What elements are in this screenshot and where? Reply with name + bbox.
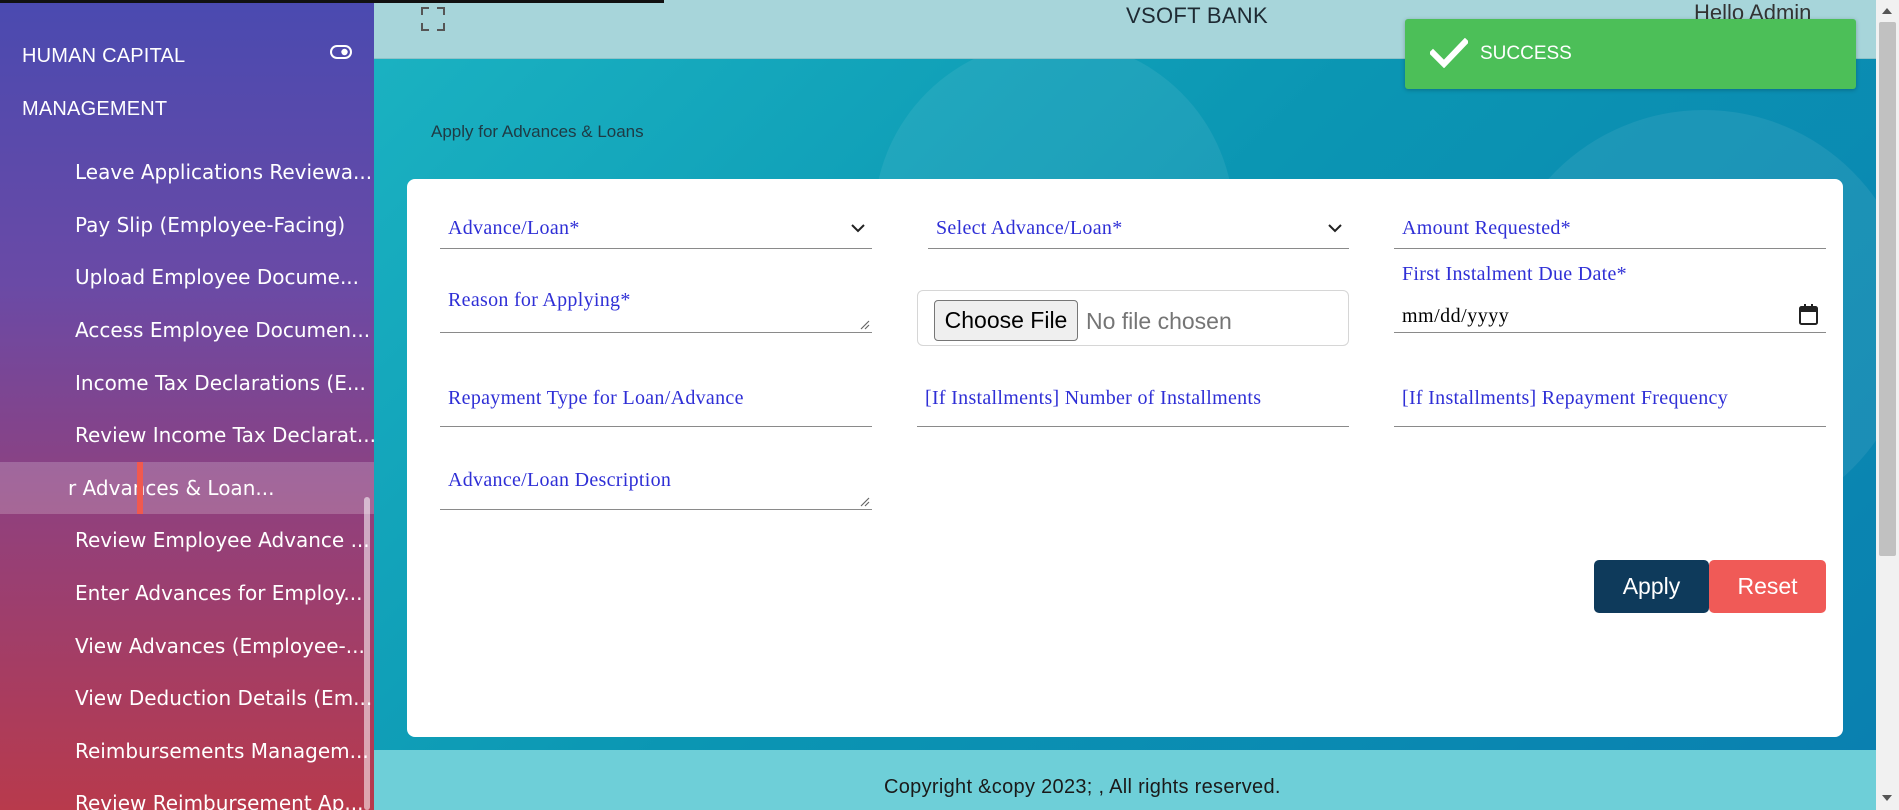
sidebar-title-line1: HUMAN CAPITAL (22, 45, 186, 67)
active-indicator (137, 461, 143, 515)
select-advance-loan-label: Select Advance/Loan* (936, 217, 1123, 239)
resize-handle-icon[interactable] (858, 318, 870, 330)
toast-message: SUCCESS (1480, 43, 1572, 64)
sidebar-menu: Leave Applications Reviewa... Pay Slip (… (0, 146, 374, 810)
file-upload[interactable]: Choose File No file chosen (917, 290, 1349, 346)
sidebar-item-leave-applications-review[interactable]: Leave Applications Reviewa... (0, 146, 374, 199)
sidebar-item-reimbursements-management[interactable]: Reimbursements Managem... (0, 725, 374, 778)
sidebar-item-view-advances[interactable]: View Advances (Employee-... (0, 619, 374, 672)
loan-application-form: Advance/Loan* Select Advance/Loan* Amoun… (407, 179, 1843, 737)
num-installments-label: [If Installments] Number of Installments (925, 387, 1262, 409)
amount-requested-field[interactable]: Amount Requested* (1394, 189, 1826, 249)
fullscreen-icon[interactable] (420, 6, 446, 32)
scroll-up-arrow-icon[interactable] (1882, 8, 1892, 14)
description-textarea[interactable]: Advance/Loan Description (440, 447, 872, 510)
chevron-down-icon (851, 224, 865, 233)
sidebar-item-review-income-tax-declarations[interactable]: Review Income Tax Declarat... (0, 409, 374, 462)
top-divider (0, 0, 664, 3)
sidebar-header: HUMAN CAPITAL MANAGEMENT (22, 30, 352, 136)
repayment-frequency-label: [If Installments] Repayment Frequency (1402, 387, 1729, 409)
calendar-icon[interactable] (1799, 304, 1818, 325)
chevron-down-icon (1328, 224, 1342, 233)
scroll-thumb[interactable] (1879, 22, 1896, 556)
sidebar-item-review-employee-advance[interactable]: Review Employee Advance ... (0, 514, 374, 567)
repayment-type-field[interactable]: Repayment Type for Loan/Advance (440, 373, 872, 427)
sidebar-item-label: r Advances & Loan... (68, 475, 275, 500)
scroll-down-arrow-icon[interactable] (1882, 795, 1892, 801)
file-status: No file chosen (1086, 308, 1232, 334)
reason-label: Reason for Applying* (448, 289, 631, 311)
choose-file-button[interactable]: Choose File (934, 300, 1078, 341)
sidebar-item-view-deduction-details[interactable]: View Deduction Details (Em... (0, 672, 374, 725)
reset-button[interactable]: Reset (1709, 560, 1826, 613)
reason-textarea[interactable]: Reason for Applying* (440, 269, 872, 333)
main-content: VSOFT BANK Hello Admin Apply for Advance… (374, 0, 1876, 810)
sidebar-item-enter-advances[interactable]: Enter Advances for Employ... (0, 567, 374, 620)
bank-name: VSOFT BANK (1126, 3, 1268, 28)
sidebar-item-apply-advances-loans[interactable]: r Advances & Loan... (0, 461, 374, 515)
sidebar-item-access-employee-documents[interactable]: Access Employee Documen... (0, 304, 374, 357)
resize-handle-icon[interactable] (858, 495, 870, 507)
footer: Copyright &copy 2023; , All rights reser… (374, 750, 1876, 810)
amount-requested-label: Amount Requested* (1402, 217, 1571, 239)
sidebar-item-review-reimbursement[interactable]: Review Reimbursement Ap... (0, 777, 374, 810)
page-scrollbar[interactable] (1876, 0, 1899, 810)
advance-loan-select[interactable]: Advance/Loan* (440, 189, 872, 249)
sidebar-item-income-tax-declarations[interactable]: Income Tax Declarations (E... (0, 356, 374, 409)
sidebar-item-pay-slip[interactable]: Pay Slip (Employee-Facing) (0, 199, 374, 252)
apply-button[interactable]: Apply (1594, 560, 1709, 613)
description-label: Advance/Loan Description (448, 469, 672, 491)
advance-loan-label: Advance/Loan* (448, 217, 580, 239)
select-advance-loan-select[interactable]: Select Advance/Loan* (928, 189, 1349, 249)
success-toast[interactable]: SUCCESS (1405, 19, 1856, 89)
first-due-date-field[interactable]: First Instalment Due Date* mm/dd/yyyy (1394, 263, 1826, 333)
first-due-date-value: mm/dd/yyyy (1402, 305, 1510, 327)
sidebar-title-line2: MANAGEMENT (22, 98, 168, 120)
sidebar-scrollbar[interactable] (364, 497, 370, 810)
repayment-type-label: Repayment Type for Loan/Advance (448, 387, 744, 409)
sidebar-item-upload-employee-documents[interactable]: Upload Employee Docume... (0, 251, 374, 304)
copyright-text: Copyright &copy 2023; , All rights reser… (884, 776, 1281, 798)
num-installments-field[interactable]: [If Installments] Number of Installments (917, 373, 1349, 427)
checkmark-icon (1430, 38, 1468, 68)
toggle-icon[interactable] (330, 45, 352, 59)
sidebar: HUMAN CAPITAL MANAGEMENT Leave Applicati… (0, 0, 374, 810)
page-title: Apply for Advances & Loans (431, 122, 644, 141)
first-due-date-label: First Instalment Due Date* (1402, 263, 1627, 285)
repayment-frequency-field[interactable]: [If Installments] Repayment Frequency (1394, 373, 1826, 427)
